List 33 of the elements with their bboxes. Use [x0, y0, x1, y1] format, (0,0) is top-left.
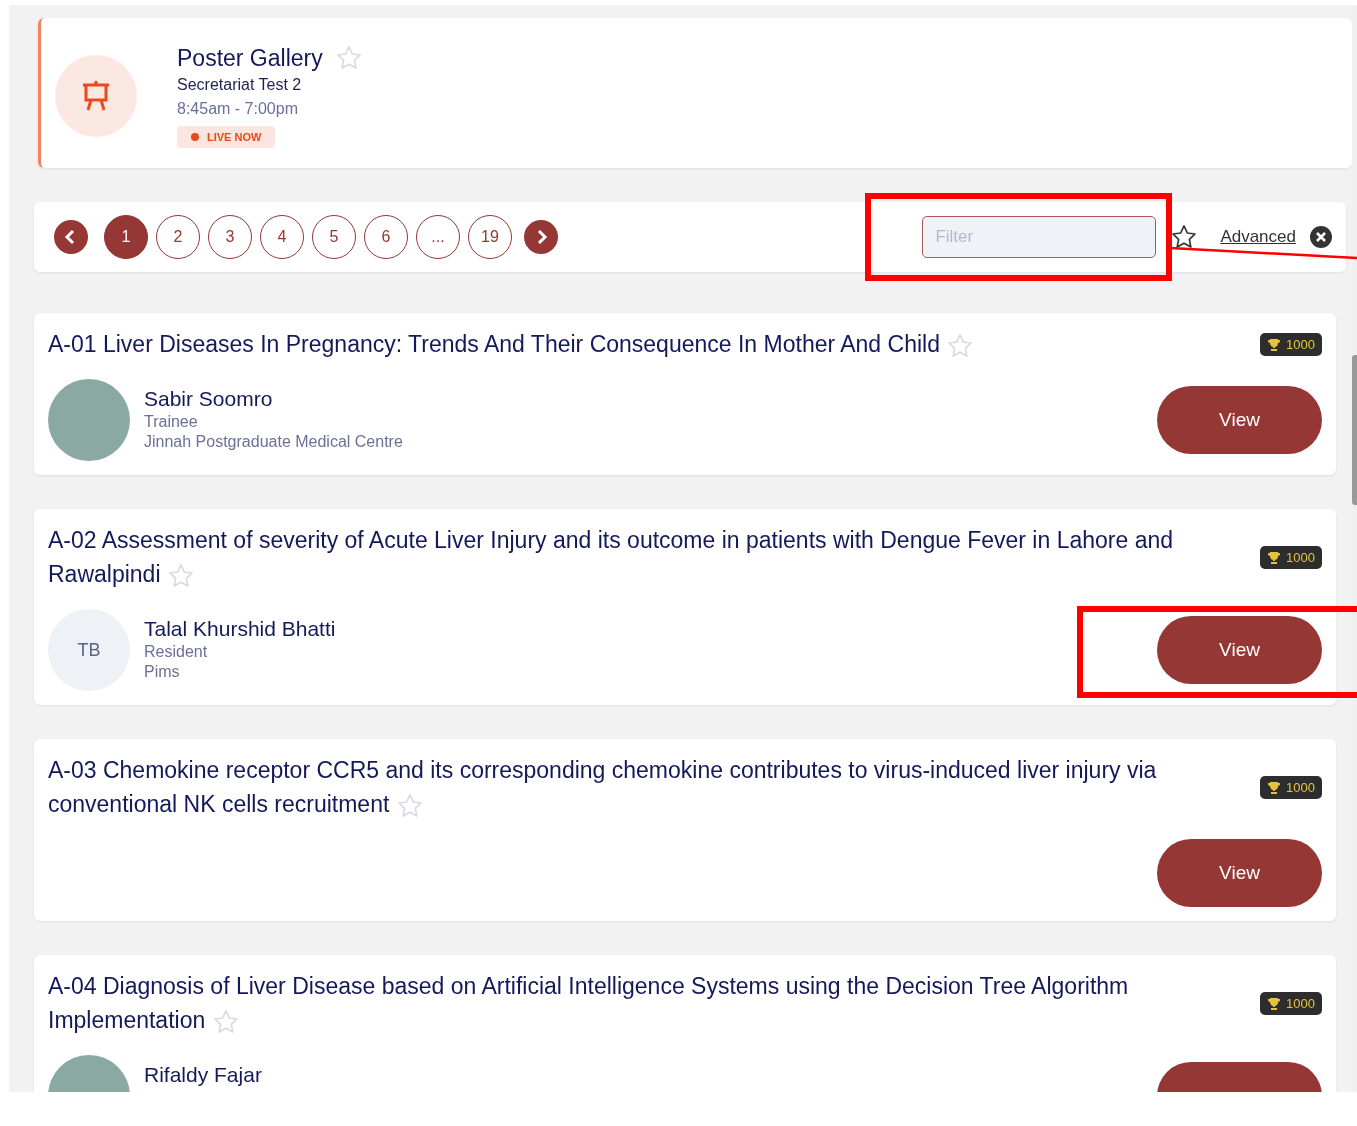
- author-institution: Jinnah Postgraduate Medical Centre: [144, 433, 403, 451]
- session-time: 8:45am - 7:00pm: [177, 100, 298, 118]
- page-button[interactable]: 5: [312, 215, 356, 259]
- author-name: Talal Khurshid Bhatti: [144, 617, 336, 641]
- points-badge: 1000: [1260, 991, 1322, 1015]
- session-subtitle: Secretariat Test 2: [177, 76, 302, 94]
- points-badge: 1000: [1260, 545, 1322, 569]
- poster-title: A-03 Chemokine receptor CCR5 and its corresponding chemokine contributes to virus-induced liver injury via conventional NK cells recruitment: [48, 753, 1241, 821]
- poster-title: A-04 Diagnosis of Liver Disease based on Artificial Intelligence Systems using the Decision Tree Algorithm Implementation: [48, 969, 1241, 1037]
- page-button[interactable]: 6: [364, 215, 408, 259]
- initials-avatar: TB: [48, 609, 130, 691]
- view-button[interactable]: View: [1157, 839, 1322, 907]
- author-name: Rifaldy Fajar: [144, 1063, 262, 1087]
- points-badge: 1000: [1260, 332, 1322, 356]
- session-title: Poster Gallery: [177, 44, 323, 72]
- page-button[interactable]: 1: [104, 215, 148, 259]
- page-button[interactable]: 2: [156, 215, 200, 259]
- page-button[interactable]: 4: [260, 215, 304, 259]
- advanced-link[interactable]: Advanced: [1220, 227, 1296, 247]
- filter-field[interactable]: Filter: [922, 216, 1157, 258]
- view-button[interactable]: View: [1157, 616, 1322, 684]
- page-button[interactable]: 3: [208, 215, 252, 259]
- poster-title: A-02 Assessment of severity of Acute Liver Injury and its outcome in patients with Dengue Fever in Lahore and Rawalpindi: [48, 523, 1241, 591]
- points-badge: 1000: [1260, 775, 1322, 799]
- author-institution: Pims: [144, 663, 180, 681]
- poster-title: A-01 Liver Diseases In Pregnancy: Trends And Their Consequence In Mother And Child: [48, 327, 1241, 361]
- author-role: Trainee: [144, 413, 198, 431]
- author-role: Resident: [144, 643, 208, 661]
- live-badge: LIVE NOW: [177, 126, 276, 148]
- page-button[interactable]: 19: [468, 215, 512, 259]
- page-button[interactable]: ...: [416, 215, 460, 259]
- author-name: Sabir Soomro: [144, 387, 273, 411]
- view-button[interactable]: View: [1157, 386, 1322, 454]
